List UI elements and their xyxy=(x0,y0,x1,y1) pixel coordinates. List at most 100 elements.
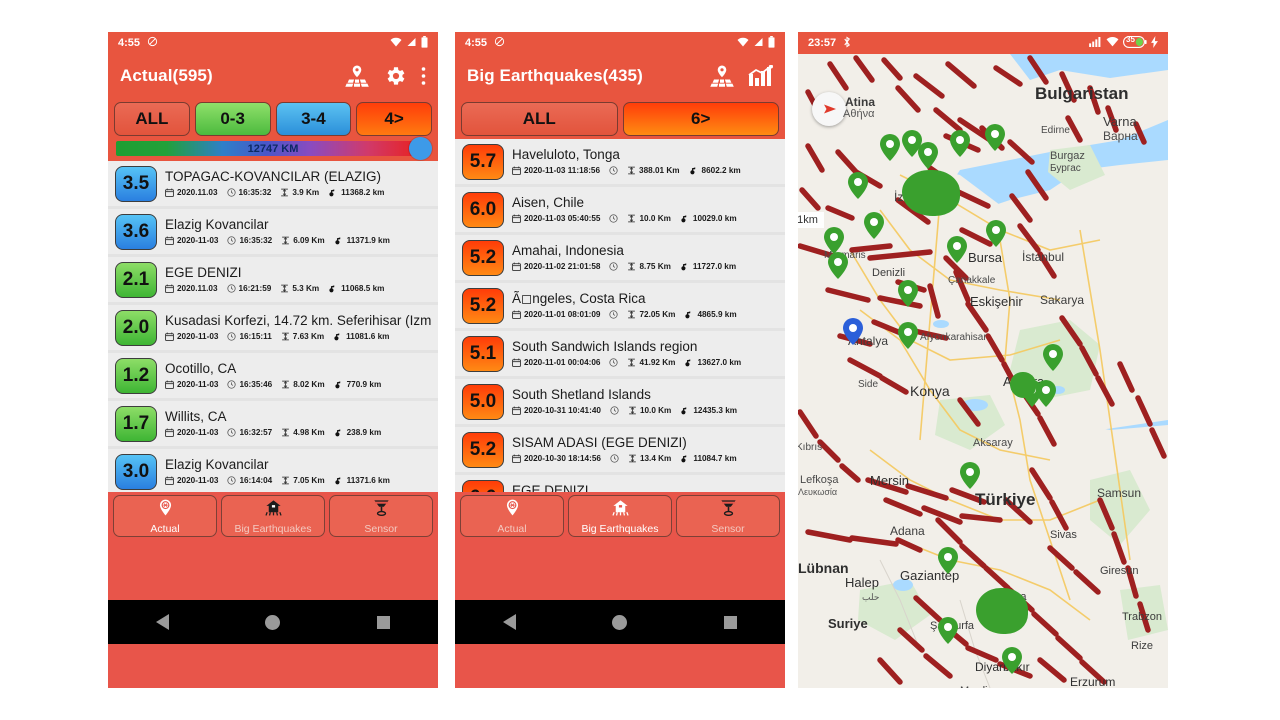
app-bar-phone2: Big Earthquakes(435) xyxy=(455,54,785,98)
android-system-nav-phone1 xyxy=(108,600,438,644)
map-marker-pin[interactable] xyxy=(843,318,863,345)
map-pin-icon[interactable] xyxy=(345,64,369,88)
calendar-icon xyxy=(165,236,174,246)
map-marker-pin[interactable] xyxy=(938,547,958,574)
map-marker-pin[interactable] xyxy=(986,220,1006,247)
distance-slider[interactable]: 12747 KM xyxy=(116,137,432,160)
nav-tab-actual[interactable]: Actual xyxy=(113,495,217,537)
map-marker-pin[interactable] xyxy=(960,462,980,489)
table-row[interactable]: 5.0 South Shetland Islands 2020-10-31 10:4… xyxy=(455,379,785,424)
calendar-icon xyxy=(165,428,174,438)
clock-icon xyxy=(609,214,619,224)
phone-map: 23:57 35 1km Bulgaristan Atina Αθήνα Edi… xyxy=(798,32,1168,688)
map-marker-pin[interactable] xyxy=(1036,380,1056,407)
row-depth: 41.92 Km xyxy=(639,358,676,368)
filter-button-all[interactable]: ALL xyxy=(461,102,618,136)
row-distance: 770.9 km xyxy=(346,380,382,390)
filter-button-0-3[interactable]: 0-3 xyxy=(194,102,271,136)
map-marker-pin[interactable] xyxy=(947,236,967,263)
nav-tab-sensor[interactable]: Sensor xyxy=(329,495,433,537)
magnitude-badge: 5.2 xyxy=(462,239,504,276)
android-recents-icon[interactable] xyxy=(376,615,390,629)
depth-icon xyxy=(281,476,290,485)
distance-icon xyxy=(680,262,690,272)
bar-chart-icon[interactable] xyxy=(748,64,773,88)
map-marker-pin[interactable] xyxy=(898,322,918,349)
filter-button-3-4[interactable]: 3-4 xyxy=(275,102,352,136)
marker-cluster-izmir[interactable] xyxy=(902,170,960,216)
map-marker-pin[interactable] xyxy=(938,617,958,644)
table-row[interactable]: 5.1 South Sandwich Islands region 2020-11-… xyxy=(455,331,785,376)
row-date: 2020-11-01 08:01:09 xyxy=(524,310,601,320)
map-marker-pin[interactable] xyxy=(950,130,970,157)
clock-icon xyxy=(609,166,618,176)
android-recents-icon[interactable] xyxy=(723,615,737,629)
row-time: 16:35:32 xyxy=(238,188,272,198)
map-marker-pin[interactable] xyxy=(898,280,918,307)
table-row[interactable]: 2.0 Kusadasi Korfezi, 14.72 km. Seferihis… xyxy=(108,305,438,350)
depth-icon xyxy=(280,188,289,197)
table-row[interactable]: 1.2 Ocotillo, CA 2020-11-03 16:35:46 8.02 Km… xyxy=(108,353,438,398)
table-row[interactable]: 5.2 Ã◻ngeles, Costa Rica 2020-11-01 08:01:… xyxy=(455,283,785,328)
marker-cluster-diyarbakir[interactable] xyxy=(976,588,1028,634)
location-pin-icon xyxy=(503,498,522,522)
row-date: 2020-10-31 10:41:40 xyxy=(524,406,601,416)
magnitude-badge: 5.7 xyxy=(462,143,504,180)
map-view[interactable]: 9.1km BulgaristanAtinaΑθήναEdirneVarnaВа… xyxy=(798,54,1168,688)
map-marker-pin[interactable] xyxy=(824,227,844,254)
row-meta: 2020-11-03 05:40:55 10.0 Km 10029.0 km xyxy=(512,214,779,224)
map-marker-pin[interactable] xyxy=(848,172,868,199)
nav-tab-big-earthquakes[interactable]: Big Earthquakes xyxy=(568,495,672,537)
map-marker-pin[interactable] xyxy=(880,134,900,161)
map-marker-pin[interactable] xyxy=(985,124,1005,151)
map-marker-pin[interactable] xyxy=(864,212,884,239)
filter-button-all[interactable]: ALL xyxy=(114,102,190,136)
gear-icon[interactable] xyxy=(383,64,407,88)
nav-tab-big-earthquakes[interactable]: Big Earthquakes xyxy=(221,495,325,537)
android-home-icon[interactable] xyxy=(612,614,628,630)
distance-icon xyxy=(680,406,690,416)
android-back-icon[interactable] xyxy=(503,614,517,630)
row-meta: 2020-11-01 00:04:06 41.92 Km 13627.0 km xyxy=(512,358,779,368)
filter-button-4-plus[interactable]: 4> xyxy=(356,102,432,136)
map-marker-pin[interactable] xyxy=(1002,647,1022,674)
overflow-menu-icon[interactable] xyxy=(421,66,426,86)
clock-icon xyxy=(609,358,619,368)
table-row[interactable]: 5.2 SISAM ADASI (EGE DENIZI) 2020-10-30 18… xyxy=(455,427,785,472)
row-date: 2020.11.03 xyxy=(177,284,218,294)
nav-tab-actual[interactable]: Actual xyxy=(460,495,564,537)
nav-tab-sensor[interactable]: Sensor xyxy=(676,495,780,537)
table-row[interactable]: 5.2 Amahai, Indonesia 2020-11-02 21:01:58 8… xyxy=(455,235,785,280)
depth-icon xyxy=(628,406,637,415)
map-marker-pin[interactable] xyxy=(1043,344,1063,371)
table-row[interactable]: 3.0 Elazig Kovancilar 2020-11-03 16:14:04 7.… xyxy=(108,449,438,494)
android-home-icon[interactable] xyxy=(265,614,281,630)
calendar-icon xyxy=(512,214,521,224)
map-pin-icon[interactable] xyxy=(710,64,734,88)
calendar-icon xyxy=(165,284,174,294)
marker-cluster-ankara[interactable] xyxy=(1010,372,1036,398)
distance-slider-thumb[interactable] xyxy=(409,137,432,160)
table-row[interactable]: 5.7 Haveluloto, Tonga 2020-11-03 11:18:56 3… xyxy=(455,139,785,184)
table-row[interactable]: 2.1 EGE DENIZI 2020.11.03 16:21:59 5.3 Km 110… xyxy=(108,257,438,302)
row-meta: 2020-11-03 16:32:57 4.98 Km 238.9 km xyxy=(165,428,432,438)
map-marker-pin[interactable] xyxy=(828,252,848,279)
row-meta: 2020-11-02 21:01:58 8.75 Km 11727.0 km xyxy=(512,262,779,272)
map-marker-pin[interactable] xyxy=(918,142,938,169)
compass-needle-icon[interactable] xyxy=(812,92,846,126)
android-back-icon[interactable] xyxy=(156,614,170,630)
table-row[interactable]: 3.5 TOPAGAC-KOVANCILAR (ELAZIG) 2020.11.03… xyxy=(108,161,438,206)
charging-icon xyxy=(1151,35,1158,51)
table-row[interactable]: 6.0 Aisen, Chile 2020-11-03 05:40:55 10.0 K… xyxy=(455,187,785,232)
table-row[interactable]: 1.7 Willits, CA 2020-11-03 16:32:57 4.98 Km 2… xyxy=(108,401,438,446)
map-scale-label: 9.1km xyxy=(798,212,824,228)
earthquake-list-phone2[interactable]: 5.7 Haveluloto, Tonga 2020-11-03 11:18:56 3… xyxy=(455,139,785,523)
filter-button-6-plus[interactable]: 6> xyxy=(622,102,779,136)
row-date: 2020-10-30 18:14:56 xyxy=(524,454,601,464)
nav-tab-label: Sensor xyxy=(711,522,745,535)
android-system-nav-phone2 xyxy=(455,600,785,644)
depth-icon xyxy=(627,358,636,367)
table-row[interactable]: 3.6 Elazig Kovancilar 2020-11-03 16:35:32 6.… xyxy=(108,209,438,254)
signal-icon xyxy=(406,37,417,50)
earthquake-list-phone1[interactable]: 3.5 TOPAGAC-KOVANCILAR (ELAZIG) 2020.11.03… xyxy=(108,161,438,545)
